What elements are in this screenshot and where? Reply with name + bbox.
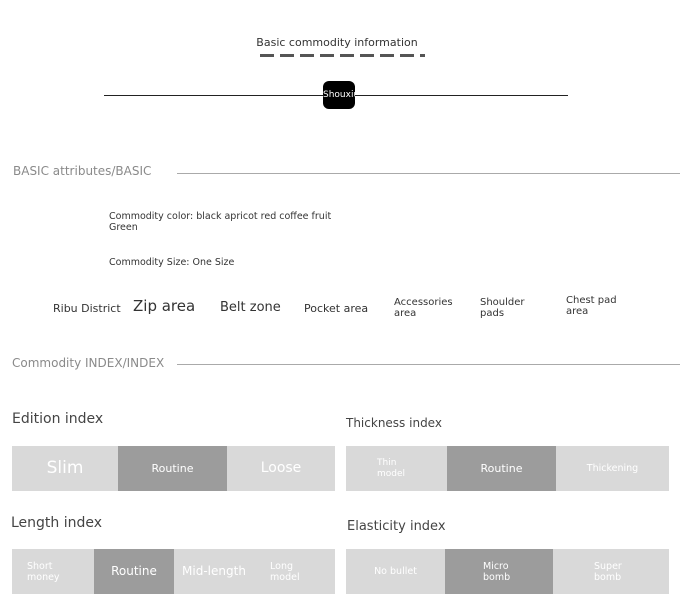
zone-chest-pad-area: Chest pad area <box>566 295 617 317</box>
length-option-short-money: Short money <box>12 549 94 594</box>
thickness-option-thin-model: Thin model <box>346 446 447 491</box>
zone-shoulder-pads: Shoulder pads <box>480 297 525 319</box>
length-index-title: Length index <box>11 515 103 531</box>
length-option-routine: Routine <box>94 549 174 594</box>
elasticity-index-bar: No bullet Micro bomb Super bomb <box>346 549 669 594</box>
elasticity-option-super-bomb: Super bomb <box>553 549 669 594</box>
elasticity-option-no-bullet: No bullet <box>346 549 445 594</box>
title-underline-decoration <box>260 51 425 59</box>
basic-section-label: BASIC attributes/BASIC <box>13 164 152 178</box>
thickness-index-title: Thickness index <box>346 416 442 430</box>
index-section-rule <box>177 364 680 365</box>
index-section-label: Commodity INDEX/INDEX <box>12 356 165 370</box>
edition-option-routine: Routine <box>118 446 227 491</box>
zone-accessories-area: Accessories area <box>394 297 453 319</box>
brand-logo: Shouxiu <box>323 81 355 109</box>
page-title: Basic commodity information <box>256 36 418 49</box>
length-option-mid-length: Mid-length <box>174 549 254 594</box>
thickness-option-routine: Routine <box>447 446 556 491</box>
length-option-long-model: Long model <box>254 549 335 594</box>
edition-index-title: Edition index <box>12 411 104 427</box>
edition-option-slim: Slim <box>12 446 118 491</box>
elasticity-option-micro-bomb: Micro bomb <box>445 549 553 594</box>
basic-section-rule <box>177 173 680 174</box>
thickness-option-thickening: Thickening <box>556 446 669 491</box>
elasticity-index-title: Elasticity index <box>347 519 446 534</box>
commodity-size: Commodity Size: One Size <box>109 257 235 268</box>
zone-zip-area: Zip area <box>133 297 196 315</box>
thickness-index-bar: Thin model Routine Thickening <box>346 446 669 491</box>
zone-pocket-area: Pocket area <box>304 302 369 315</box>
commodity-color-line1: Commodity color: black apricot red coffe… <box>109 211 332 222</box>
edition-option-loose: Loose <box>227 446 335 491</box>
edition-index-bar: Slim Routine Loose <box>12 446 335 491</box>
commodity-color-line2: Green <box>109 222 138 233</box>
zone-belt-zone: Belt zone <box>220 300 281 315</box>
zone-ribu-district: Ribu District <box>53 302 121 315</box>
length-index-bar: Short money Routine Mid-length Long model <box>12 549 335 594</box>
